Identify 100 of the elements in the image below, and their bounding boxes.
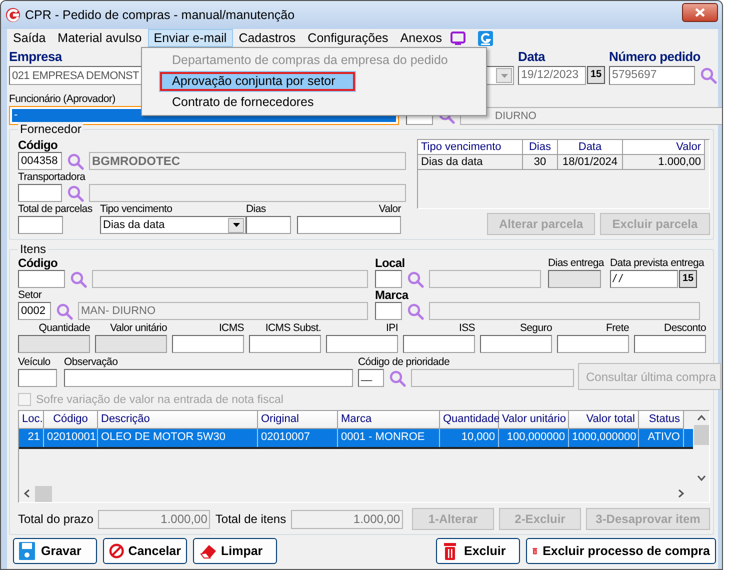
- column-header[interactable]: Tipo vencimento: [418, 140, 523, 155]
- display-field[interactable]: BGMRODOTEC: [89, 152, 406, 170]
- table-row[interactable]: 21 02010001 OLEO DE MOTOR 5W30 02010007 0001 - MONROE 10,000 100,000000 1000,000000 ATIVO: [19, 429, 693, 449]
- display-field[interactable]: DIURNO: [460, 106, 722, 124]
- field-label: IPI: [386, 322, 398, 335]
- search-icon[interactable]: [56, 302, 73, 320]
- input-field[interactable]: 19/12/2023: [518, 66, 586, 85]
- input-field[interactable]: [249, 335, 321, 353]
- display-field[interactable]: [429, 270, 541, 288]
- app-logo-icon[interactable]: [5, 7, 21, 23]
- menu-item[interactable]: Material avulso: [52, 29, 148, 47]
- input-field[interactable]: [326, 335, 398, 353]
- button[interactable]: Gravar: [13, 538, 97, 564]
- scroll-thumb[interactable]: [694, 425, 708, 445]
- field-label: Dias entrega: [548, 257, 604, 270]
- table-cell: 21: [19, 429, 44, 447]
- column-header[interactable]: Valor: [623, 140, 705, 155]
- close-icon[interactable]: [695, 8, 705, 16]
- input-field[interactable]: [403, 335, 475, 353]
- search-icon[interactable]: [700, 67, 717, 84]
- input-field[interactable]: [18, 184, 62, 202]
- calendar-button[interactable]: 15: [587, 66, 605, 84]
- column-header[interactable]: Status: [639, 411, 684, 429]
- input-field[interactable]: [172, 335, 244, 353]
- search-icon[interactable]: [389, 370, 406, 386]
- scroll-left-icon[interactable]: [24, 489, 30, 498]
- scroll-up-icon[interactable]: [696, 415, 706, 421]
- field-label: Transportadora: [18, 171, 86, 184]
- scroll-thumb[interactable]: [35, 486, 52, 502]
- close-button[interactable]: [682, 2, 718, 22]
- field-label: Dias: [246, 203, 266, 216]
- column-header[interactable]: Marca: [338, 411, 440, 429]
- input-field[interactable]: [246, 216, 291, 234]
- input-field[interactable]: [634, 335, 706, 353]
- calendar-button[interactable]: 15: [679, 270, 697, 288]
- input-field[interactable]: / /: [610, 270, 678, 288]
- input-field[interactable]: [18, 216, 63, 234]
- display-field[interactable]: 1.000,00: [291, 510, 404, 528]
- input-field[interactable]: [18, 270, 65, 288]
- column-header[interactable]: Loc.: [19, 411, 44, 429]
- menu-item[interactable]: Enviar e-mail: [148, 29, 233, 47]
- input-field[interactable]: 0002: [18, 302, 51, 320]
- table-cell: OLEO DE MOTOR 5W30: [98, 429, 258, 447]
- input-field[interactable]: 5795697: [609, 66, 695, 85]
- button[interactable]: Limpar: [193, 538, 277, 564]
- display-field[interactable]: [89, 184, 406, 202]
- column-header[interactable]: Quantidade: [440, 411, 499, 429]
- caret-icon[interactable]: [232, 223, 240, 227]
- field-label: ICMS: [218, 322, 244, 335]
- input-field[interactable]: __: [358, 369, 384, 387]
- column-header[interactable]: Valor total: [569, 411, 639, 429]
- search-icon[interactable]: [70, 270, 87, 288]
- monitor-icon[interactable]: [450, 30, 466, 46]
- column-header[interactable]: Data: [558, 140, 623, 155]
- field-label: Total do prazo: [18, 512, 94, 526]
- display-field[interactable]: [92, 270, 368, 288]
- field-label: Número pedido: [609, 50, 700, 66]
- combo-box[interactable]: Dias da data: [100, 216, 246, 234]
- input-field[interactable]: [64, 369, 353, 387]
- input-field[interactable]: [375, 302, 402, 320]
- scroll-down-icon[interactable]: [696, 475, 706, 481]
- menu-item[interactable]: Configurações: [302, 29, 394, 47]
- column-header[interactable]: Valor unitário: [499, 411, 569, 429]
- display-field[interactable]: 1.000,00: [98, 510, 210, 528]
- search-icon[interactable]: [407, 270, 424, 288]
- group-title: Itens: [18, 242, 48, 256]
- search-icon[interactable]: [407, 302, 424, 320]
- field-label: Código: [18, 139, 58, 152]
- input-field[interactable]: [557, 335, 629, 353]
- menu-item[interactable]: Cadastros: [232, 29, 302, 47]
- search-icon[interactable]: [67, 184, 84, 202]
- button[interactable]: Excluir processo de compra: [526, 538, 716, 564]
- search-icon[interactable]: [67, 152, 84, 170]
- table-cell: 30: [523, 155, 558, 170]
- input-field[interactable]: [480, 335, 552, 353]
- field-label: Local: [375, 257, 405, 270]
- prohibited-icon: [109, 542, 124, 560]
- column-header[interactable]: Original: [258, 411, 338, 429]
- field-label: Valor: [378, 203, 401, 216]
- column-header[interactable]: Código: [44, 411, 98, 429]
- input-field[interactable]: [18, 369, 57, 387]
- input-field[interactable]: [297, 216, 401, 234]
- menu-item[interactable]: Saída: [7, 29, 52, 47]
- field-label: ISS: [458, 322, 475, 335]
- table-cell: 1.000,00: [623, 155, 705, 170]
- column-header[interactable]: Dias: [523, 140, 558, 155]
- app-shortcut-icon[interactable]: [478, 30, 493, 46]
- scroll-right-icon[interactable]: [678, 489, 684, 498]
- input-field[interactable]: 004358: [18, 152, 62, 170]
- display-field[interactable]: [429, 302, 700, 320]
- menu-item[interactable]: Aprovação conjunta por setor: [159, 71, 356, 92]
- menu-item[interactable]: Anexos: [394, 29, 448, 47]
- button[interactable]: Excluir: [436, 538, 520, 564]
- table-cell: ATIVO: [639, 429, 684, 447]
- group-title: Fornecedor: [18, 122, 84, 136]
- button[interactable]: Cancelar: [103, 538, 187, 564]
- column-header[interactable]: Descrição: [98, 411, 258, 429]
- display-field[interactable]: MAN- DIURNO: [78, 302, 368, 320]
- input-field[interactable]: [375, 270, 402, 288]
- display-field[interactable]: [411, 369, 574, 387]
